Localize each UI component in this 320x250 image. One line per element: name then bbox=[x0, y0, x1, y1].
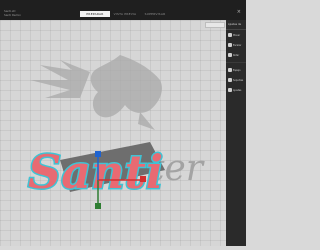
tool-move[interactable]: Mover bbox=[226, 30, 246, 40]
axis-x-handle[interactable] bbox=[140, 176, 146, 182]
mirror-icon bbox=[228, 68, 232, 72]
move-icon bbox=[228, 33, 232, 37]
right-panel: Ajustes de Mover Escalar Rotar Espejo So… bbox=[226, 20, 246, 246]
tool-supports[interactable]: Soportes bbox=[226, 75, 246, 85]
scale-icon bbox=[228, 43, 232, 47]
settings-icon bbox=[228, 88, 232, 92]
stage-tabs: PREPARAR VISTA PREVIA SUPERVISAR bbox=[80, 11, 170, 17]
axis-y-handle[interactable] bbox=[95, 203, 101, 209]
tool-label: Mover bbox=[233, 33, 241, 37]
axis-z-handle[interactable] bbox=[95, 151, 101, 157]
tool-label: Soportes bbox=[233, 78, 244, 82]
tab-supervisar[interactable]: SUPERVISAR bbox=[140, 11, 170, 17]
file-info: Santi.stl Santi Remix bbox=[4, 9, 21, 17]
tool-label: Espejo bbox=[233, 68, 241, 72]
panel-title: Ajustes de bbox=[226, 20, 246, 30]
close-icon[interactable]: × bbox=[237, 9, 241, 15]
supports-icon bbox=[228, 78, 232, 82]
tool-settings[interactable]: Ajustes bbox=[226, 85, 246, 95]
tool-label: Escalar bbox=[233, 43, 242, 47]
3d-viewport[interactable]: ter Santi Santi bbox=[0, 20, 226, 246]
tool-label: Ajustes bbox=[233, 88, 242, 92]
view-toolbar[interactable] bbox=[205, 22, 225, 28]
file-meta: Santi Remix bbox=[4, 13, 21, 17]
divider bbox=[226, 62, 246, 63]
tab-preparar[interactable]: PREPARAR bbox=[80, 11, 110, 17]
dragon-silhouette bbox=[30, 55, 162, 130]
top-bar: Santi.stl Santi Remix PREPARAR VISTA PRE… bbox=[0, 0, 246, 20]
tool-label: Rotar bbox=[233, 53, 240, 57]
viewport-scene: ter Santi Santi bbox=[27, 55, 205, 209]
tool-rotate[interactable]: Rotar bbox=[226, 50, 246, 60]
tool-mirror[interactable]: Espejo bbox=[226, 65, 246, 75]
tool-scale[interactable]: Escalar bbox=[226, 40, 246, 50]
rotate-icon bbox=[228, 53, 232, 57]
tab-vista-previa[interactable]: VISTA PREVIA bbox=[110, 11, 140, 17]
